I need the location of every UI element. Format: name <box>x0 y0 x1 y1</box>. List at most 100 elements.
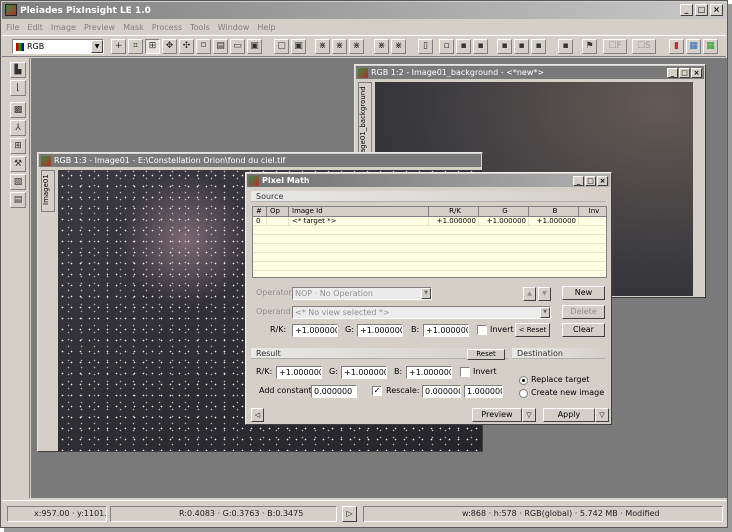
res-b-input[interactable]: +1.000000 <box>406 366 452 379</box>
src-g-input[interactable]: +1.000000 <box>357 324 403 337</box>
res-g-input[interactable]: +1.000000 <box>341 366 387 379</box>
maximize-button[interactable]: □ <box>585 176 596 186</box>
close-button[interactable]: × <box>710 4 723 16</box>
result-reset-button[interactable]: Reset <box>467 349 505 360</box>
image-window-background-title[interactable]: RGB 1:2 - Image01_background - <*new*> _… <box>356 66 704 79</box>
curves-tool-icon[interactable]: ⌊ <box>10 80 26 96</box>
wavelet-tool-icon[interactable]: ⊞ <box>10 138 26 154</box>
play-icon[interactable]: ▷ <box>342 506 357 522</box>
image-window-main-title[interactable]: RGB 1:3 - Image01 - E:\Constellation Ori… <box>39 154 481 167</box>
menu-file[interactable]: File <box>6 23 19 32</box>
zoom-grid-icon[interactable]: ⊞ <box>145 39 160 54</box>
copy-image-icon[interactable]: ▣ <box>247 39 262 54</box>
menu-window[interactable]: Window <box>218 23 250 32</box>
tool-e-icon[interactable]: ▪ <box>497 39 512 54</box>
tool-a-icon[interactable]: ▯ <box>418 39 433 54</box>
chevron-down-icon[interactable]: ▼ <box>540 307 550 318</box>
grid-c-icon[interactable]: ⋇ <box>349 39 364 54</box>
close-button[interactable]: × <box>691 68 702 78</box>
triangle-left-icon[interactable]: ◁ <box>251 408 264 422</box>
column-header[interactable]: Image Id <box>289 207 429 216</box>
grid-e-icon[interactable]: ⋇ <box>391 39 406 54</box>
tool-f-icon[interactable]: ▪ <box>514 39 529 54</box>
check-f-icon[interactable]: ☐F <box>603 39 627 54</box>
source-table[interactable]: # Op Image Id R/K G B Inv 0 <* target *>… <box>252 206 607 278</box>
minimize-button[interactable]: _ <box>680 4 693 16</box>
tool-h-icon[interactable]: ▪ <box>558 39 573 54</box>
replace-target-radio[interactable] <box>519 376 528 385</box>
tool-g-icon[interactable]: ▪ <box>531 39 546 54</box>
maximize-button[interactable]: □ <box>695 4 708 16</box>
column-header[interactable]: Inv <box>579 207 606 216</box>
destination-section-header[interactable]: Destination <box>512 348 606 359</box>
column-header[interactable]: B <box>529 207 579 216</box>
table-row[interactable] <box>253 262 606 271</box>
paste-icon[interactable]: ▤ <box>213 39 228 54</box>
app-titlebar[interactable]: Pleiades PixInsight LE 1.0 _ □ × <box>2 2 726 19</box>
tool-b-icon[interactable]: ▫ <box>439 39 454 54</box>
palette-icon[interactable]: ▦ <box>686 39 701 54</box>
res-invert-checkbox[interactable] <box>460 367 470 377</box>
table-row[interactable] <box>253 235 606 244</box>
chevron-down-icon[interactable]: ▼ <box>421 288 431 299</box>
pixel-math-titlebar[interactable]: Pixel Math _ □ × <box>247 174 610 187</box>
column-header[interactable]: Op <box>267 207 289 216</box>
new-image-icon[interactable]: ▭ <box>230 39 245 54</box>
flag-icon[interactable]: ⚑ <box>582 39 597 54</box>
column-header[interactable]: # <box>253 207 267 216</box>
menu-help[interactable]: Help <box>257 23 275 32</box>
operator-select[interactable]: NOP · No Operation ▼ <box>292 287 432 300</box>
pan-icon[interactable]: ✥ <box>162 39 177 54</box>
view-tab-main[interactable]: Image01 <box>41 170 55 212</box>
column-header[interactable]: R/K <box>429 207 479 216</box>
table-row[interactable]: 0 <* target *> +1.000000 +1.000000 +1.00… <box>253 217 606 226</box>
table-row[interactable] <box>253 253 606 262</box>
operand-select[interactable]: <* No view selected *> ▼ <box>292 306 551 319</box>
star-tool-icon[interactable]: ⅄ <box>10 120 26 136</box>
zoom-fit-icon[interactable]: ⌗ <box>128 39 143 54</box>
preview-button[interactable]: Preview <box>472 408 522 422</box>
table-row[interactable] <box>253 226 606 235</box>
crop-icon[interactable]: ⌑ <box>196 39 211 54</box>
apply-dropdown-icon[interactable]: ▽ <box>595 408 609 422</box>
new-button[interactable]: New <box>562 286 605 300</box>
res-rk-input[interactable]: +1.000000 <box>276 366 322 379</box>
src-b-input[interactable]: +1.000000 <box>423 324 469 337</box>
grid-b-icon[interactable]: ⋇ <box>332 39 347 54</box>
histogram-icon[interactable]: ▮ <box>669 39 684 54</box>
menu-image[interactable]: Image <box>51 23 76 32</box>
preview-dropdown-icon[interactable]: ▽ <box>522 408 536 422</box>
tool-c-icon[interactable]: ▪ <box>456 39 471 54</box>
src-rk-input[interactable]: +1.000000 <box>292 324 338 337</box>
color-grid-icon[interactable]: ▦ <box>703 39 718 54</box>
move-up-button[interactable]: ▲ <box>523 287 536 301</box>
grid-d-icon[interactable]: ⋇ <box>374 39 389 54</box>
select-icon[interactable]: ✣ <box>179 39 194 54</box>
source-reset-button[interactable]: < Reset <box>515 323 550 337</box>
rescale-min-input[interactable]: 0.000000 <box>422 385 461 398</box>
frame-icon[interactable]: ▢ <box>274 39 289 54</box>
minimize-button[interactable]: _ <box>667 68 678 78</box>
histogram-tool-icon[interactable]: ▙ <box>10 62 26 78</box>
mask-tool-icon[interactable]: ▧ <box>10 174 26 190</box>
noise-tool-icon[interactable]: ▩ <box>10 102 26 118</box>
column-header[interactable]: G <box>479 207 529 216</box>
colorspace-select[interactable]: RGB ▼ <box>12 39 104 54</box>
rescale-checkbox[interactable]: ✓ <box>372 386 382 396</box>
close-button[interactable]: × <box>597 176 608 186</box>
morphology-tool-icon[interactable]: ⚒ <box>10 156 26 172</box>
script-tool-icon[interactable]: ▤ <box>10 192 26 208</box>
table-row[interactable] <box>253 244 606 253</box>
menu-preview[interactable]: Preview <box>84 23 115 32</box>
minimize-button[interactable]: _ <box>573 176 584 186</box>
menu-mask[interactable]: Mask <box>123 23 144 32</box>
menu-tools[interactable]: Tools <box>190 23 210 32</box>
create-new-image-radio[interactable] <box>519 389 528 398</box>
src-invert-checkbox[interactable] <box>477 325 487 335</box>
clear-button[interactable]: Clear <box>562 323 605 337</box>
rescale-max-input[interactable]: 1.000000 <box>464 385 503 398</box>
frame-alt-icon[interactable]: ▣ <box>291 39 306 54</box>
move-down-button[interactable]: ▼ <box>538 287 551 301</box>
chevron-down-icon[interactable]: ▼ <box>91 40 103 53</box>
tool-d-icon[interactable]: ▪ <box>473 39 488 54</box>
